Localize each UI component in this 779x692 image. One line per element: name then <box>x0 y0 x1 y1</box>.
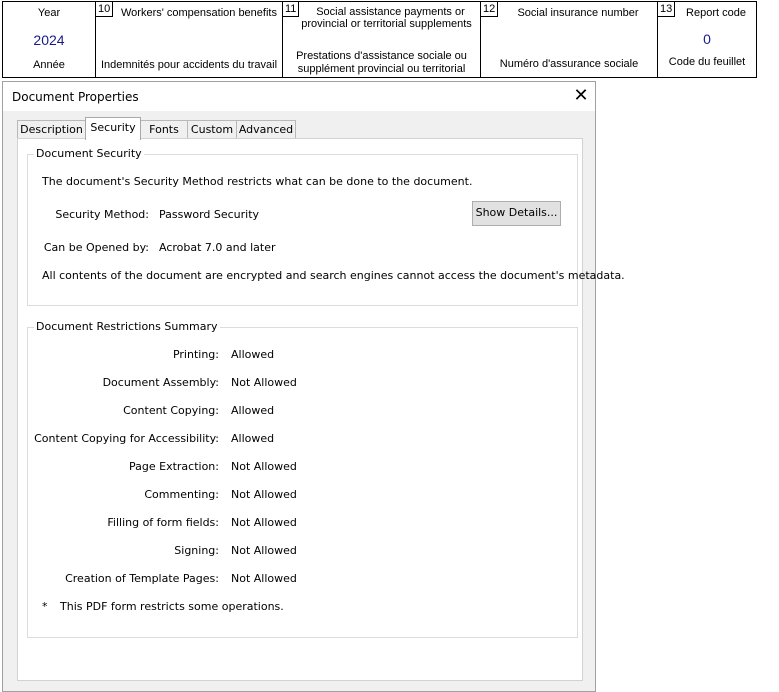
restriction-value: Not Allowed <box>231 376 297 389</box>
restriction-value: Not Allowed <box>231 544 297 557</box>
restriction-label: Creation of Template Pages: <box>65 572 219 585</box>
opened-by-value: Acrobat 7.0 and later <box>159 241 276 254</box>
box-13-label-fr: Code du feuillet <box>668 56 746 68</box>
document-properties-dialog: Document Properties ✕ Description Securi… <box>2 81 625 692</box>
box-13-label-en: Report code <box>686 7 746 19</box>
restriction-value: Allowed <box>231 348 275 361</box>
tab-description[interactable]: Description <box>17 120 86 139</box>
encryption-note: All contents of the document are encrypt… <box>42 269 625 282</box>
tab-advanced[interactable]: Advanced <box>236 120 296 139</box>
restriction-value: Allowed <box>231 404 275 417</box>
title-bar: Document Properties ✕ <box>3 82 595 111</box>
box-12-label-fr: Numéro d'assurance sociale <box>499 58 639 70</box>
tab-fonts[interactable]: Fonts <box>140 120 188 139</box>
footnote-mark: * <box>42 600 48 613</box>
document-security-label: Document Security <box>34 147 144 160</box>
tab-custom[interactable]: Custom <box>187 120 237 139</box>
document-security-group: Document Security The document's Securit… <box>27 148 625 306</box>
year-box: Year 2024 Année <box>3 2 96 77</box>
box-10: 10 Workers' compensation benefits Indemn… <box>96 2 283 77</box>
restriction-value: Allowed <box>231 432 275 445</box>
show-details-button[interactable]: Show Details... <box>472 201 561 226</box>
box-13-value: 0 <box>703 31 711 47</box>
year-label-fr: Année <box>33 59 65 71</box>
restriction-value: Not Allowed <box>231 460 297 473</box>
box-12-label-en: Social insurance number <box>517 7 639 19</box>
box-11-label-en-1: Social assistance payments or <box>316 6 465 18</box>
restriction-label: Document Assembly: <box>102 376 219 389</box>
restriction-label: Page Extraction: <box>129 460 219 473</box>
box-13: 13 Report code 0 Code du feuillet <box>658 2 756 77</box>
box-10-label-en: Workers' compensation benefits <box>121 7 277 19</box>
security-method-label: Security Method: <box>55 208 149 221</box>
tax-form-strip: Year 2024 Année 10 Workers' compensation… <box>2 1 757 78</box>
security-intro-text: The document's Security Method restricts… <box>42 175 473 188</box>
tab-security[interactable]: Security <box>85 117 141 140</box>
restriction-value: Not Allowed <box>231 572 297 585</box>
box-10-label-fr: Indemnités pour accidents du travail <box>100 59 278 71</box>
restriction-value: Not Allowed <box>231 488 297 501</box>
security-method-value: Password Security <box>159 208 260 221</box>
restriction-label: Filling of form fields: <box>107 516 219 529</box>
box-12-number: 12 <box>481 2 499 17</box>
security-tab-panel: Document Security The document's Securit… <box>17 138 625 681</box>
year-label-en: Year <box>37 7 61 19</box>
box-11-number: 11 <box>283 2 300 17</box>
close-icon[interactable]: ✕ <box>571 86 591 106</box>
box-10-number: 10 <box>96 2 114 17</box>
restrictions-summary-group: Document Restrictions Summary Printing: A… <box>27 321 578 638</box>
year-value: 2024 <box>33 32 65 48</box>
restriction-label: Content Copying: <box>123 404 219 417</box>
restriction-label: Commenting: <box>144 488 219 501</box>
box-13-number: 13 <box>658 2 676 17</box>
box-11-label-en-2: provincial or territorial supplements <box>301 18 472 30</box>
footnote-text: This PDF form restricts some operations. <box>60 600 284 613</box>
box-11-label-fr-2: supplément provincial ou territorial <box>297 63 466 75</box>
restriction-label: Signing: <box>174 544 219 557</box>
box-12: 12 Social insurance number Numéro d'assu… <box>481 2 658 77</box>
box-11: 11 Social assistance payments or provinc… <box>283 2 481 77</box>
restriction-label: Printing: <box>172 348 219 361</box>
restriction-value: Not Allowed <box>231 516 297 529</box>
opened-by-label: Can be Opened by: <box>43 241 149 254</box>
restrictions-summary-label: Document Restrictions Summary <box>34 320 220 333</box>
restriction-label: Content Copying for Accessibility: <box>34 432 219 445</box>
dialog-title: Document Properties <box>12 90 139 104</box>
box-11-label-fr-1: Prestations d'assistance sociale ou <box>296 50 467 62</box>
